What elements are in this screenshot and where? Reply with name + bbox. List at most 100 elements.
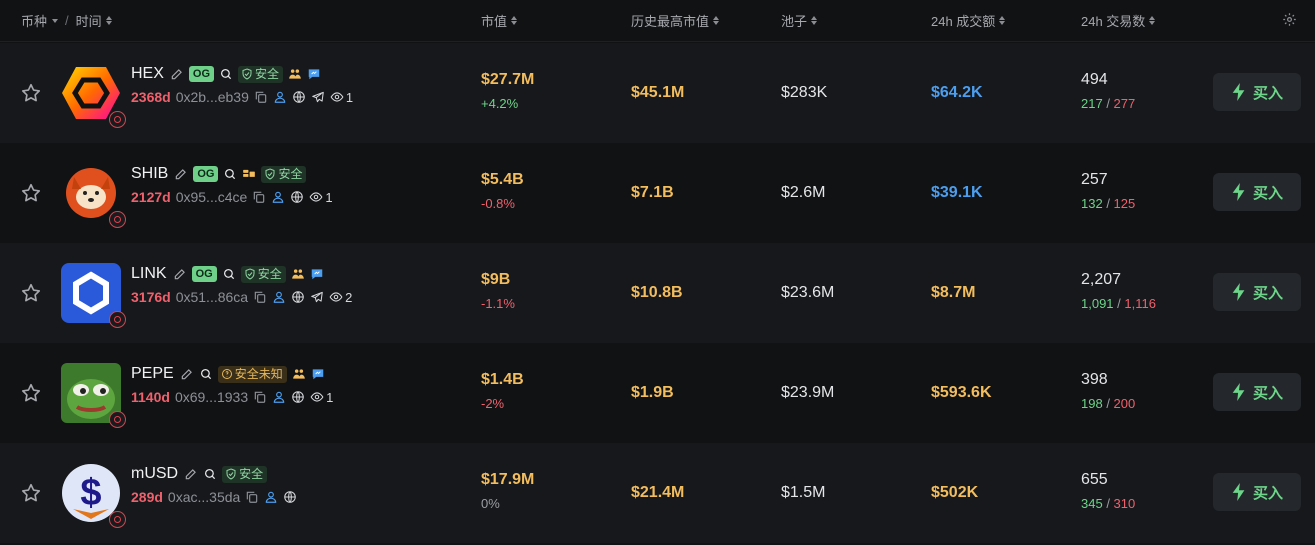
token-symbol[interactable]: LINK (131, 265, 167, 283)
market-cap-value: $1.4B (481, 371, 524, 388)
txns-value: 655 (1081, 471, 1108, 488)
star-icon[interactable] (20, 382, 42, 404)
buy-button[interactable]: 买入 (1213, 173, 1301, 211)
buy-button-label: 买入 (1252, 184, 1283, 202)
coins-icon[interactable] (242, 167, 256, 181)
gear-icon[interactable] (1282, 12, 1297, 27)
table-row-shib[interactable]: SHIB OG 安全 2127d 0x95...c4ce 1 $5.4B -0.8… (0, 143, 1315, 243)
chat-icon[interactable] (310, 267, 324, 281)
buy-sell-counts: 132 / 125 (1081, 196, 1136, 211)
edit-icon[interactable] (174, 167, 188, 181)
header-ath-market-cap[interactable]: 历史最高市值 (631, 11, 720, 30)
search-icon[interactable] (219, 67, 233, 81)
globe-icon[interactable] (292, 90, 306, 104)
copy-icon[interactable] (252, 190, 266, 204)
ath-market-cap-value: $45.1M (631, 84, 685, 101)
user-icon[interactable] (271, 190, 285, 204)
safety-badge[interactable]: 安全 (238, 65, 284, 83)
star-icon[interactable] (20, 182, 42, 204)
buys-count: 217 (1081, 96, 1103, 111)
star-icon[interactable] (20, 282, 42, 304)
table-row-pepe[interactable]: PEPE 安全未知 1140d 0x69...1933 1 $1.4B -2% … (0, 343, 1315, 443)
user-icon[interactable] (273, 90, 287, 104)
safety-label: 安全 (278, 166, 303, 181)
og-badge: OG (188, 66, 215, 82)
eye-icon[interactable]: 1 (310, 390, 333, 405)
eye-icon[interactable]: 1 (309, 190, 333, 205)
holders-icon[interactable] (291, 267, 305, 281)
token-logo (61, 63, 126, 128)
token-logo: $ (61, 463, 126, 528)
svg-text:$: $ (80, 472, 101, 514)
header-coin[interactable]: 币种 / 时间 (21, 11, 112, 30)
pool-value: $23.6M (781, 284, 835, 301)
sort-icon[interactable] (511, 16, 518, 25)
user-icon[interactable] (272, 390, 286, 404)
volume-value: $502K (931, 484, 979, 501)
edit-icon[interactable] (180, 367, 194, 381)
edit-icon[interactable] (173, 267, 187, 281)
copy-icon[interactable] (245, 490, 259, 504)
search-icon[interactable] (203, 467, 217, 481)
copy-icon[interactable] (253, 290, 267, 304)
star-icon[interactable] (20, 82, 42, 104)
table-row-musd[interactable]: $ mUSD 安全 289d 0xac...35da $17.9M 0% $21… (0, 443, 1315, 543)
globe-icon[interactable] (291, 390, 305, 404)
header-volume-24h[interactable]: 24h 成交额 (931, 11, 1006, 30)
sells-count: 277 (1113, 96, 1136, 111)
edit-icon[interactable] (184, 467, 198, 481)
sort-icon[interactable] (105, 16, 112, 25)
sort-icon[interactable] (713, 16, 720, 25)
header-market-cap[interactable]: 市值 (481, 11, 518, 30)
buy-button[interactable]: 买入 (1213, 73, 1301, 111)
safety-badge[interactable]: 安全 (222, 465, 268, 483)
watchers-count: 1 (345, 89, 354, 105)
copy-icon[interactable] (253, 390, 267, 404)
token-symbol[interactable]: PEPE (131, 365, 174, 383)
user-icon[interactable] (264, 490, 278, 504)
eye-icon[interactable]: 1 (330, 90, 353, 105)
header-pool-label: 池子 (781, 14, 808, 29)
star-icon[interactable] (20, 482, 42, 504)
copy-icon[interactable] (254, 90, 268, 104)
safety-badge[interactable]: 安全 (261, 165, 307, 183)
globe-icon[interactable] (291, 290, 305, 304)
holders-icon[interactable] (288, 67, 302, 81)
sort-icon[interactable] (1149, 16, 1156, 25)
buy-button[interactable]: 买入 (1213, 373, 1301, 411)
table-row-link[interactable]: LINK OG 安全 3176d 0x51...86ca 2 $9B -1.1% … (0, 243, 1315, 343)
edit-icon[interactable] (170, 67, 184, 81)
token-symbol[interactable]: HEX (131, 65, 164, 83)
buy-button[interactable]: 买入 (1213, 273, 1301, 311)
table-row-hex[interactable]: HEX OG 安全 2368d 0x2b...eb39 1 $27.7M +4.2… (0, 43, 1315, 143)
pool-value: $2.6M (781, 184, 826, 201)
chat-icon[interactable] (311, 367, 325, 381)
buy-sell-counts: 217 / 277 (1081, 96, 1136, 111)
buy-button[interactable]: 买入 (1213, 473, 1301, 511)
txns-value: 494 (1081, 71, 1108, 88)
buy-button-label: 买入 (1252, 484, 1283, 502)
price-change: -0.8% (481, 196, 515, 211)
eye-icon[interactable]: 2 (329, 290, 352, 305)
chat-icon[interactable] (307, 67, 321, 81)
sort-icon[interactable] (999, 16, 1006, 25)
sells-count: 200 (1113, 396, 1136, 411)
holders-icon[interactable] (292, 367, 306, 381)
token-symbol[interactable]: mUSD (131, 465, 178, 483)
table-header: 币种 / 时间 市值 历史最高市值 池子 24h 成交额 24h 交易数 (0, 0, 1315, 42)
token-symbol[interactable]: SHIB (131, 165, 168, 183)
telegram-icon[interactable] (310, 290, 324, 304)
sort-icon[interactable] (811, 16, 818, 25)
globe-icon[interactable] (283, 490, 297, 504)
search-icon[interactable] (222, 267, 236, 281)
user-icon[interactable] (272, 290, 286, 304)
header-txns-24h[interactable]: 24h 交易数 (1081, 11, 1156, 30)
globe-icon[interactable] (290, 190, 304, 204)
header-time-label[interactable]: 时间 (76, 11, 102, 30)
search-icon[interactable] (223, 167, 237, 181)
safety-badge[interactable]: 安全未知 (217, 365, 287, 383)
safety-badge[interactable]: 安全 (240, 265, 286, 283)
telegram-icon[interactable] (311, 90, 325, 104)
search-icon[interactable] (199, 367, 213, 381)
header-pool[interactable]: 池子 (781, 11, 818, 30)
